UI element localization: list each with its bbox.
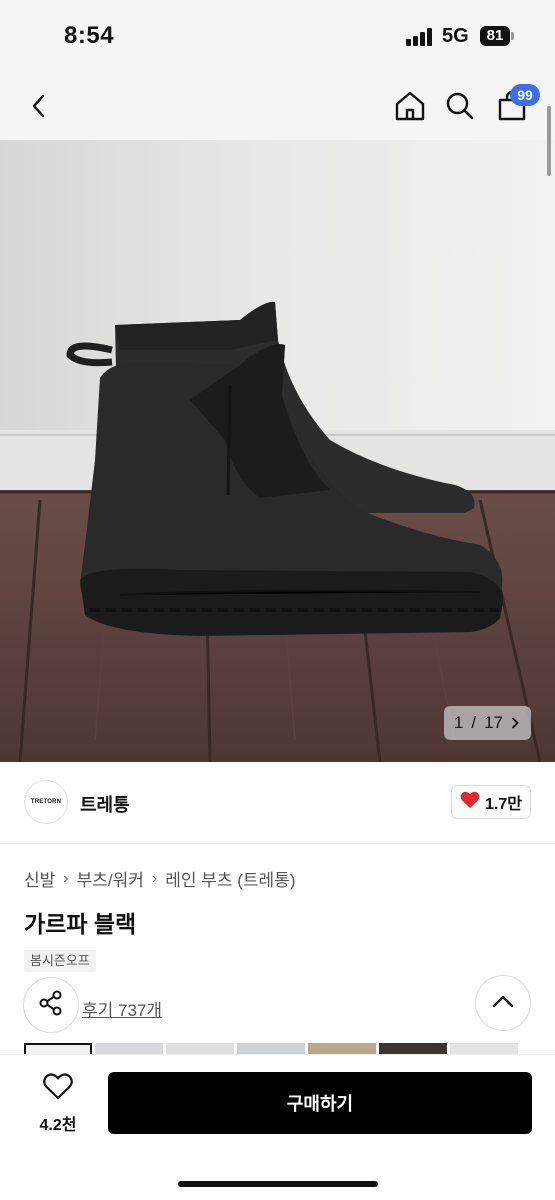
signal-icon — [406, 28, 434, 46]
product-image[interactable]: 1 / 17 — [0, 140, 555, 762]
cart-count-badge: 99 — [510, 84, 540, 106]
image-counter[interactable]: 1 / 17 — [443, 706, 531, 740]
nav-bar — [0, 72, 555, 140]
thumbnail[interactable] — [379, 1043, 447, 1055]
buy-button[interactable]: 구매하기 — [108, 1072, 532, 1134]
image-counter-current: 1 — [453, 713, 464, 732]
thumbnail[interactable] — [308, 1043, 376, 1055]
scroll-top-button[interactable] — [475, 975, 531, 1031]
chevron-right-icon: › — [151, 869, 158, 887]
network-label: 5G — [442, 25, 469, 47]
chevron-up-icon — [492, 994, 514, 1013]
breadcrumb-item[interactable]: 레인 부츠 (트레통) — [165, 866, 295, 891]
product-title: 가르파 블랙 — [24, 911, 137, 937]
page-scrollbar[interactable] — [547, 106, 551, 176]
thumbnail[interactable] — [166, 1043, 234, 1055]
thumbnail-strip — [24, 1043, 555, 1055]
brand-logo[interactable]: TRETORN — [24, 780, 68, 824]
product-photo — [0, 140, 555, 762]
review-link[interactable]: 후기 737개 — [82, 996, 162, 1021]
search-icon[interactable] — [440, 86, 480, 126]
season-tag: 봄시즌오프 — [24, 950, 96, 972]
back-arrow-icon[interactable] — [20, 86, 60, 126]
thumbnail[interactable] — [95, 1043, 163, 1055]
bottom-purchase-bar: 4.2천 구매하기 — [0, 1055, 555, 1200]
thumbnail[interactable] — [24, 1043, 92, 1055]
wishlist-button[interactable]: 4.2천 — [30, 1073, 86, 1134]
heart-icon — [460, 791, 480, 814]
battery-tip — [511, 32, 514, 40]
image-counter-total: 17 — [484, 713, 503, 732]
thumbnail[interactable] — [450, 1043, 518, 1055]
wishlist-count: 4.2천 — [39, 1117, 77, 1134]
chevron-right-icon: › — [63, 869, 69, 887]
brand-like-button[interactable]: 1.7만 — [451, 785, 531, 819]
brand-name[interactable]: 트레통 — [80, 791, 130, 817]
breadcrumb: 신발 › 부츠/워커 › 레인 부츠 (트레통) — [24, 866, 295, 891]
breadcrumb-item[interactable]: 신발 — [24, 866, 55, 891]
thumbnail[interactable] — [237, 1043, 305, 1055]
heart-outline-icon — [43, 1073, 73, 1105]
home-indicator — [178, 1181, 378, 1187]
image-counter-separator: / — [471, 713, 477, 732]
battery-icon: 81 — [480, 26, 510, 46]
brand-row: TRETORN 트레통 1.7만 — [0, 762, 555, 844]
home-icon[interactable] — [390, 86, 430, 126]
breadcrumb-item[interactable]: 부츠/워커 — [77, 866, 144, 891]
chevron-right-icon — [511, 717, 519, 729]
status-time: 8:54 — [64, 22, 115, 49]
share-button[interactable] — [23, 977, 79, 1033]
status-bar: 8:54 5G 81 — [0, 0, 555, 72]
share-icon — [37, 989, 65, 1022]
brand-like-count: 1.7만 — [485, 796, 522, 813]
